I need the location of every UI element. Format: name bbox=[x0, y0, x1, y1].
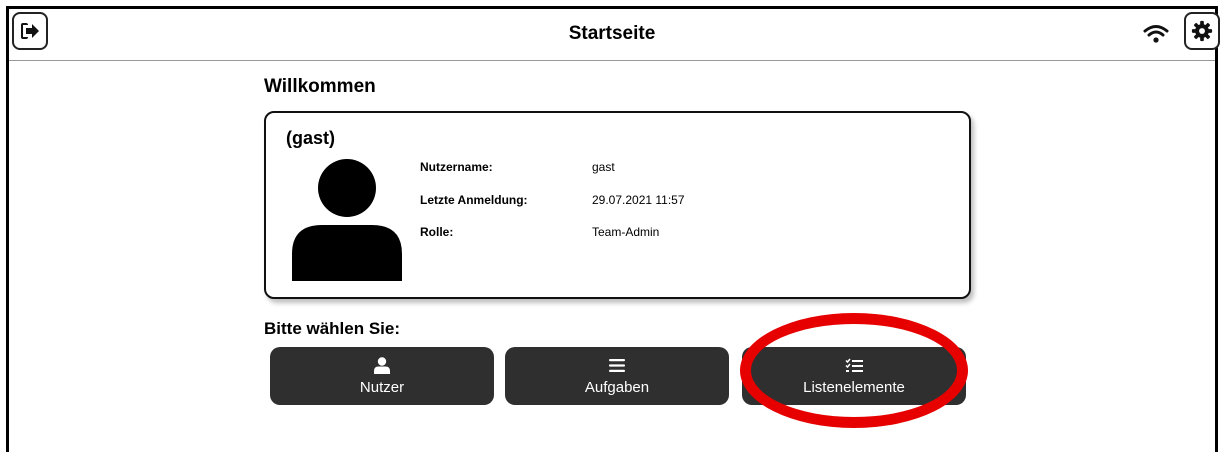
info-value: Team-Admin bbox=[592, 225, 660, 239]
info-value: gast bbox=[592, 160, 615, 174]
tile-label: Listenelemente bbox=[803, 378, 905, 396]
top-bar: Startseite bbox=[9, 9, 1220, 61]
profile-card: (gast) Nutzername: gast Letzte Anmeldung… bbox=[264, 111, 971, 299]
info-label: Rolle: bbox=[420, 225, 454, 239]
tile-nutzer[interactable]: Nutzer bbox=[270, 347, 494, 405]
page-title: Startseite bbox=[568, 23, 656, 44]
avatar bbox=[292, 159, 402, 281]
profile-name: (gast) bbox=[286, 128, 335, 148]
gear-icon bbox=[1191, 20, 1213, 42]
checklist-icon bbox=[845, 358, 863, 372]
info-value: 29.07.2021 11:57 bbox=[592, 193, 685, 207]
tile-label: Nutzer bbox=[359, 378, 405, 396]
tile-listenelemente[interactable]: Listenelemente bbox=[742, 347, 966, 405]
user-icon bbox=[374, 357, 390, 374]
info-label: Nutzername: bbox=[420, 160, 493, 174]
info-label: Letzte Anmeldung: bbox=[420, 193, 528, 207]
welcome-heading: Willkommen bbox=[264, 76, 376, 97]
choose-label: Bitte wählen Sie: bbox=[264, 319, 401, 338]
wifi-icon bbox=[1143, 25, 1169, 43]
tile-aufgaben[interactable]: Aufgaben bbox=[505, 347, 729, 405]
list-icon bbox=[609, 359, 625, 372]
settings-button[interactable] bbox=[1184, 12, 1220, 50]
tile-label: Aufgaben bbox=[584, 378, 650, 396]
